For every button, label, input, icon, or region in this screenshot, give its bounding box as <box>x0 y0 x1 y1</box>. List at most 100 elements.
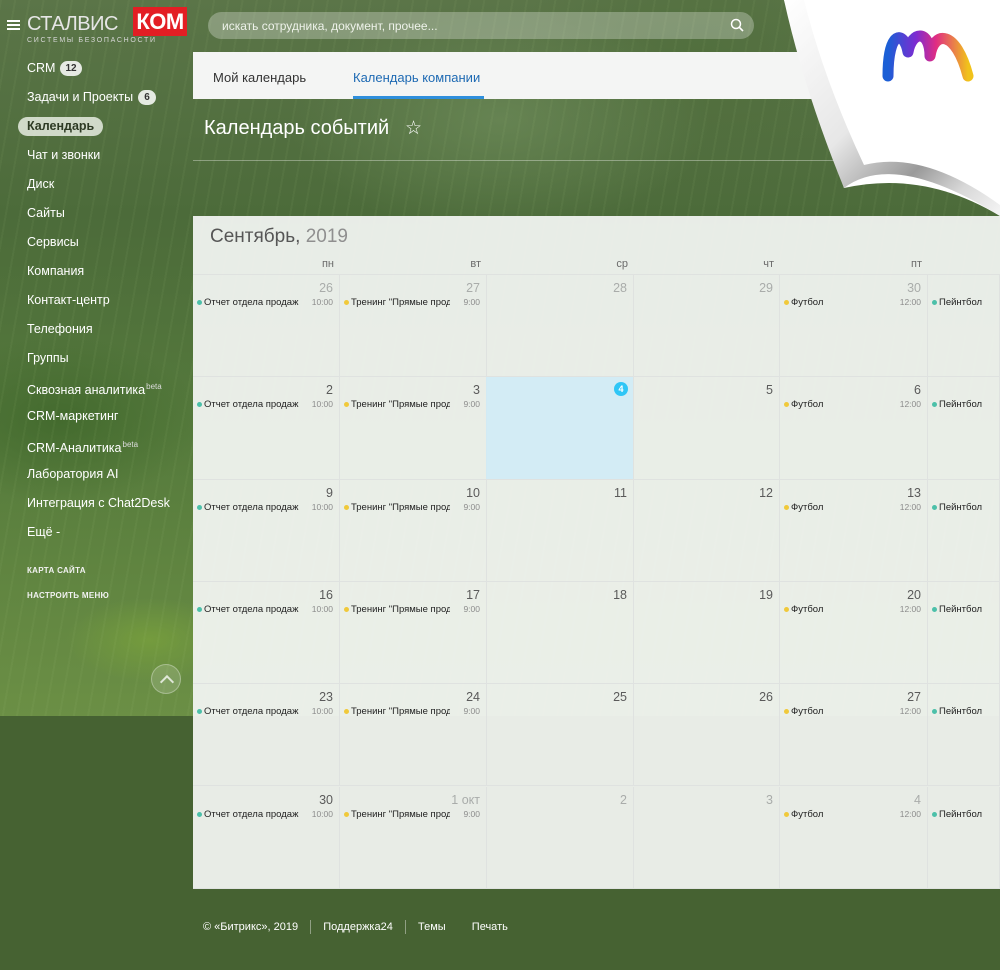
sidebar-item-16[interactable]: Ещё - <box>0 520 193 549</box>
day-cell[interactable]: 25 <box>486 684 634 787</box>
day-cell[interactable]: 13 Футбол 12:00 <box>780 479 928 582</box>
sidebar-item-14[interactable]: Лаборатория AI <box>0 462 193 491</box>
calendar-event[interactable]: Отчет отдела продаж 10:00 <box>197 808 333 821</box>
day-cell[interactable]: 26 <box>633 684 780 787</box>
sidebar-item-9[interactable]: Телефония <box>0 317 193 346</box>
day-number: 3 <box>766 792 773 807</box>
day-cell[interactable]: 9 Отчет отдела продаж 10:00 <box>193 479 340 582</box>
calendar-event[interactable]: Пейнтбол <box>932 398 993 411</box>
day-cell[interactable]: 5 <box>633 377 780 480</box>
calendar-event[interactable]: Пейнтбол <box>932 501 993 514</box>
sidebar-item-13[interactable]: CRM-Аналитикаbeta <box>0 433 193 462</box>
footer-support-link[interactable]: Поддержка24 <box>323 921 393 933</box>
calendar-event[interactable]: Футбол 12:00 <box>784 705 921 718</box>
sidebar-item-4[interactable]: Диск <box>0 172 193 201</box>
tab-my-calendar[interactable]: Мой календарь <box>213 70 306 85</box>
sidebar-item-11[interactable]: Сквозная аналитикаbeta <box>0 375 193 404</box>
event-color-dot <box>344 709 349 715</box>
day-cell[interactable]: 29 <box>633 275 780 378</box>
calendar-event[interactable]: Футбол 12:00 <box>784 808 921 821</box>
logo-box-text: КОМ <box>133 7 187 36</box>
calendar-event[interactable]: Отчет отдела продаж 10:00 <box>197 296 333 309</box>
sidebar-item-12[interactable]: CRM-маркетинг <box>0 404 193 433</box>
menu-toggle-icon[interactable] <box>7 20 20 31</box>
day-cell[interactable]: 18 <box>486 581 634 685</box>
calendar-event[interactable]: Отчет отдела продаж 10:00 <box>197 398 333 411</box>
sidebar-item-label: CRM-маркетинг <box>27 409 119 423</box>
sidebar-item-3[interactable]: Чат и звонки <box>0 143 193 172</box>
day-cell[interactable]: 27 Футбол 12:00 <box>780 684 928 787</box>
sidebar-item-15[interactable]: Интеграция с Chat2Desk <box>0 491 193 520</box>
day-cell[interactable]: 16 Отчет отдела продаж 10:00 <box>193 581 340 685</box>
day-number: 27 <box>907 690 921 705</box>
day-cell[interactable]: 3 Тренинг "Прямые продажи" 9:00 <box>340 377 487 480</box>
day-cell[interactable]: 23 Отчет отдела продаж 10:00 <box>193 684 340 787</box>
calendar-event[interactable]: Тренинг "Прямые продажи" 9:00 <box>344 603 480 616</box>
day-cell[interactable]: 2 <box>486 786 634 889</box>
day-cell[interactable]: 6 Футбол 12:00 <box>780 377 928 480</box>
day-cell[interactable]: Пейнтбол <box>928 377 1000 480</box>
day-cell[interactable]: Пейнтбол <box>928 581 1000 685</box>
calendar-event[interactable]: Пейнтбол <box>932 603 993 616</box>
sidebar-item-10[interactable]: Группы <box>0 346 193 375</box>
calendar-event[interactable]: Футбол 12:00 <box>784 296 921 309</box>
day-cell[interactable]: 30 Отчет отдела продаж 10:00 <box>193 786 340 889</box>
favorite-star-icon[interactable]: ☆ <box>405 117 422 140</box>
day-cell[interactable]: 20 Футбол 12:00 <box>780 581 928 685</box>
search-bar <box>208 12 754 39</box>
day-cell[interactable]: 4 Футбол 12:00 <box>780 786 928 889</box>
calendar-event[interactable]: Отчет отдела продаж 10:00 <box>197 501 333 514</box>
page-curl-promo-icon[interactable] <box>784 0 1000 216</box>
footer-themes-link[interactable]: Темы <box>418 921 446 933</box>
calendar-event[interactable]: Тренинг "Прямые продажи" 9:00 <box>344 398 480 411</box>
scroll-up-icon[interactable] <box>151 664 181 694</box>
day-cell[interactable]: 1 октТренинг "Прямые продажи" 9:00 <box>340 786 487 889</box>
day-number: 18 <box>613 587 627 602</box>
day-cell[interactable]: 3 <box>633 786 780 889</box>
calendar-event[interactable]: Тренинг "Прямые продажи" 9:00 <box>344 296 480 309</box>
sitemap-link[interactable]: КАРТА САЙТА <box>27 566 86 575</box>
sidebar-item-7[interactable]: Компания <box>0 259 193 288</box>
calendar-event[interactable]: Тренинг "Прямые продажи" 9:00 <box>344 705 480 718</box>
day-cell[interactable]: 24 Тренинг "Прямые продажи" 9:00 <box>340 684 487 787</box>
day-cell[interactable]: 27 Тренинг "Прямые продажи" 9:00 <box>340 275 487 378</box>
day-cell[interactable]: 11 <box>486 479 634 582</box>
calendar-event[interactable]: Футбол 12:00 <box>784 603 921 616</box>
company-logo[interactable]: СТАЛВИС КОМ СИСТЕМЫ БЕЗОПАСНОСТИ <box>27 7 187 47</box>
calendar-event[interactable]: Отчет отдела продаж 10:00 <box>197 603 333 616</box>
sidebar-item-8[interactable]: Контакт-центр <box>0 288 193 317</box>
sidebar-item-0[interactable]: CRM 12 <box>0 56 193 85</box>
day-cell[interactable]: 17 Тренинг "Прямые продажи" 9:00 <box>340 581 487 685</box>
tab-company-calendar[interactable]: Календарь компании <box>353 70 480 85</box>
day-cell[interactable]: 28 <box>486 275 634 378</box>
sidebar-item-2[interactable]: Календарь <box>0 114 193 143</box>
day-cell[interactable]: 4 <box>486 377 634 480</box>
day-cell[interactable]: Пейнтбол <box>928 786 1000 889</box>
sidebar-item-label: Задачи и Проекты <box>27 90 134 104</box>
footer-print-link[interactable]: Печать <box>472 921 508 933</box>
search-input[interactable] <box>222 12 722 39</box>
event-time: 12:00 <box>899 706 921 717</box>
calendar-event[interactable]: Тренинг "Прямые продажи" 9:00 <box>344 501 480 514</box>
day-cell[interactable]: 10 Тренинг "Прямые продажи" 9:00 <box>340 479 487 582</box>
calendar-event[interactable]: Футбол 12:00 <box>784 398 921 411</box>
configure-menu-link[interactable]: НАСТРОИТЬ МЕНЮ <box>27 591 109 600</box>
sidebar-item-6[interactable]: Сервисы <box>0 230 193 259</box>
calendar-event[interactable]: Тренинг "Прямые продажи" 9:00 <box>344 808 480 821</box>
day-cell[interactable]: 30 Футбол 12:00 <box>780 275 928 378</box>
day-cell[interactable]: 2 Отчет отдела продаж 10:00 <box>193 377 340 480</box>
day-cell[interactable]: 12 <box>633 479 780 582</box>
search-icon[interactable] <box>730 18 744 32</box>
calendar-event[interactable]: Футбол 12:00 <box>784 501 921 514</box>
day-cell[interactable]: Пейнтбол <box>928 684 1000 787</box>
day-cell[interactable]: 19 <box>633 581 780 685</box>
day-cell[interactable]: Пейнтбол <box>928 275 1000 378</box>
calendar-event[interactable]: Отчет отдела продаж 10:00 <box>197 705 333 718</box>
calendar-event[interactable]: Пейнтбол <box>932 808 993 821</box>
day-cell[interactable]: 26 Отчет отдела продаж 10:00 <box>193 275 340 378</box>
sidebar-item-1[interactable]: Задачи и Проекты 6 <box>0 85 193 114</box>
calendar-event[interactable]: Пейнтбол <box>932 705 993 718</box>
day-cell[interactable]: Пейнтбол <box>928 479 1000 582</box>
sidebar-item-5[interactable]: Сайты <box>0 201 193 230</box>
calendar-event[interactable]: Пейнтбол <box>932 296 993 309</box>
